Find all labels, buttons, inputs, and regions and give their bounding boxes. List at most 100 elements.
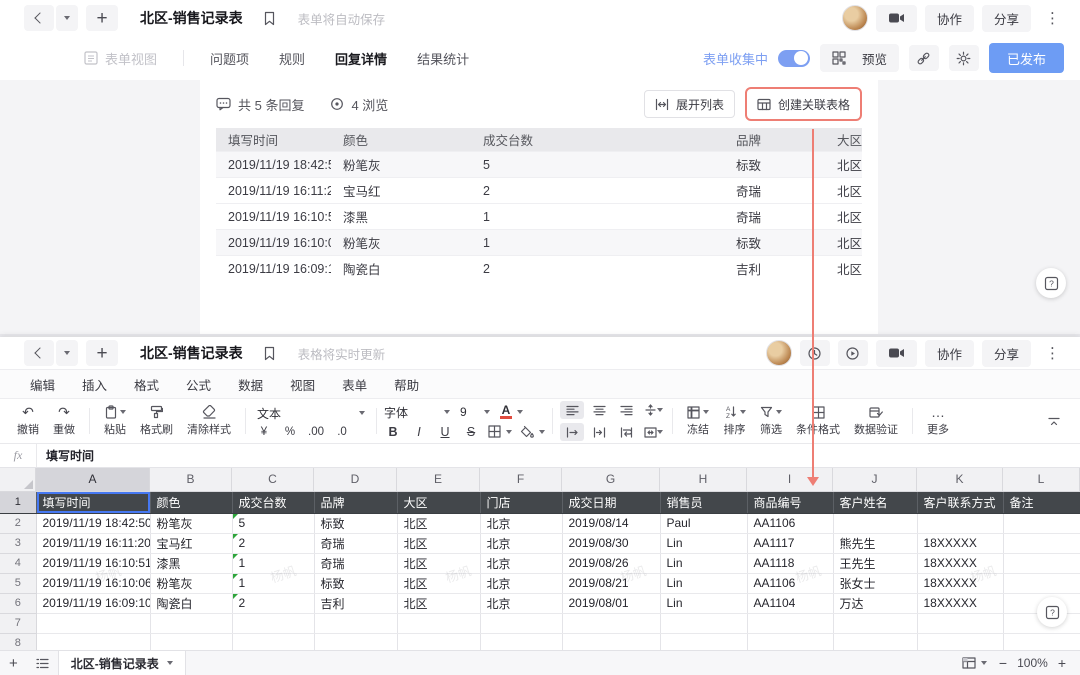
menu-data[interactable]: 数据 — [238, 375, 263, 394]
cell-B1[interactable]: 颜色 — [150, 492, 232, 513]
cell-D2[interactable]: 标致 — [314, 513, 397, 533]
cell-H5[interactable]: Lin — [660, 573, 747, 593]
row-number-8[interactable]: 8 — [0, 633, 36, 650]
cell-G5[interactable]: 2019/08/21 — [562, 573, 660, 593]
font-color-button[interactable]: A — [500, 405, 523, 419]
filter-button[interactable]: 筛选 — [753, 405, 789, 437]
increase-decimal-button[interactable]: .00 — [305, 426, 327, 438]
sheet-tab-active[interactable]: 北区-销售记录表 — [58, 651, 186, 675]
menu-form[interactable]: 表单 — [342, 375, 367, 394]
format-painter-button[interactable]: 格式刷 — [133, 405, 180, 437]
row-number-5[interactable]: 5 — [0, 573, 36, 593]
cell-C7[interactable] — [232, 613, 314, 633]
row-number-3[interactable]: 3 — [0, 533, 36, 553]
cell-E3[interactable]: 北区 — [397, 533, 480, 553]
back-button[interactable] — [24, 340, 54, 366]
cell-L3[interactable] — [1003, 533, 1080, 553]
column-header-A[interactable]: A — [36, 468, 150, 491]
cell-E6[interactable]: 北区 — [397, 593, 480, 613]
cell-E7[interactable] — [397, 613, 480, 633]
cell-C5[interactable]: 1 — [232, 573, 314, 593]
cell-J5[interactable]: 张女士 — [833, 573, 917, 593]
cell-G2[interactable]: 2019/08/14 — [562, 513, 660, 533]
cell-I6[interactable]: AA1104 — [747, 593, 833, 613]
cell-K2[interactable] — [917, 513, 1003, 533]
cell-K4[interactable]: 18XXXXX — [917, 553, 1003, 573]
strikethrough-button[interactable]: S — [462, 425, 480, 439]
borders-button[interactable] — [488, 425, 512, 438]
row-number-1[interactable]: 1 — [0, 492, 36, 513]
cell-G1[interactable]: 成交日期 — [562, 492, 660, 513]
column-header-F[interactable]: F — [480, 468, 562, 491]
cell-D8[interactable] — [314, 633, 397, 650]
avatar[interactable] — [842, 5, 868, 31]
cell-H8[interactable] — [660, 633, 747, 650]
column-header-I[interactable]: I — [747, 468, 833, 491]
cell-F8[interactable] — [480, 633, 562, 650]
tab-rules[interactable]: 规则 — [279, 49, 305, 68]
row-number-2[interactable]: 2 — [0, 513, 36, 533]
cell-E2[interactable]: 北区 — [397, 513, 480, 533]
create-linked-table-button[interactable]: 创建关联表格 — [749, 91, 858, 117]
cell-F2[interactable]: 北京 — [480, 513, 562, 533]
menu-edit[interactable]: 编辑 — [30, 375, 55, 394]
nav-dropdown-button[interactable] — [56, 5, 78, 31]
view-mode-button[interactable] — [962, 657, 987, 669]
tab-questions[interactable]: 问题项 — [210, 49, 249, 68]
bookmark-icon[interactable] — [263, 346, 276, 361]
decrease-decimal-button[interactable]: .0 — [331, 426, 353, 438]
video-call-button[interactable] — [876, 340, 917, 367]
column-header-J[interactable]: J — [833, 468, 917, 491]
italic-button[interactable]: I — [410, 425, 428, 439]
cell-A7[interactable] — [36, 613, 150, 633]
share-button[interactable]: 分享 — [982, 340, 1031, 367]
currency-format-button[interactable]: ¥ — [253, 426, 275, 438]
collaborate-button[interactable]: 协作 — [925, 5, 974, 32]
menu-insert[interactable]: 插入 — [82, 375, 107, 394]
text-overflow-button[interactable] — [560, 423, 584, 441]
cell-E5[interactable]: 北区 — [397, 573, 480, 593]
cell-A2[interactable]: 2019/11/19 18:42:50 — [36, 513, 150, 533]
cell-G8[interactable] — [562, 633, 660, 650]
formula-value[interactable]: 填写时间 — [37, 447, 94, 464]
cell-K3[interactable]: 18XXXXX — [917, 533, 1003, 553]
percent-format-button[interactable]: % — [279, 426, 301, 438]
copy-link-button[interactable] — [909, 45, 939, 71]
cell-I7[interactable] — [747, 613, 833, 633]
cell-C8[interactable] — [232, 633, 314, 650]
cell-D3[interactable]: 奇瑞 — [314, 533, 397, 553]
align-center-button[interactable] — [587, 401, 611, 419]
cell-L4[interactable] — [1003, 553, 1080, 573]
cell-I1[interactable]: 商品编号 — [747, 492, 833, 513]
cell-A6[interactable]: 2019/11/19 16:09:10 — [36, 593, 150, 613]
add-sheet-button[interactable]: + — [0, 656, 27, 671]
cell-D1[interactable]: 品牌 — [314, 492, 397, 513]
data-validation-button[interactable]: 数据验证 — [847, 405, 905, 437]
clear-style-button[interactable]: 清除样式 — [180, 405, 238, 437]
cell-J8[interactable] — [833, 633, 917, 650]
redo-button[interactable]: ↷重做 — [46, 405, 82, 437]
menu-help[interactable]: 帮助 — [394, 375, 419, 394]
cell-B7[interactable] — [150, 613, 232, 633]
cell-J6[interactable]: 万达 — [833, 593, 917, 613]
cell-D4[interactable]: 奇瑞 — [314, 553, 397, 573]
cell-K6[interactable]: 18XXXXX — [917, 593, 1003, 613]
cell-B4[interactable]: 漆黑 — [150, 553, 232, 573]
cell-B3[interactable]: 宝马红 — [150, 533, 232, 553]
column-header-L[interactable]: L — [1003, 468, 1080, 491]
nav-dropdown-button[interactable] — [56, 340, 78, 366]
merge-cells-button[interactable] — [641, 423, 665, 441]
help-button-form[interactable]: ? — [1036, 268, 1066, 298]
column-header-E[interactable]: E — [397, 468, 480, 491]
cell-F6[interactable]: 北京 — [480, 593, 562, 613]
bookmark-icon[interactable] — [263, 11, 276, 26]
cell-G7[interactable] — [562, 613, 660, 633]
cell-D6[interactable]: 吉利 — [314, 593, 397, 613]
cell-I5[interactable]: AA1106 — [747, 573, 833, 593]
number-format-dropdown[interactable]: 文本 — [253, 405, 369, 422]
paste-button[interactable]: 粘贴 — [97, 405, 133, 437]
cell-L1[interactable]: 备注 — [1003, 492, 1080, 513]
column-header-G[interactable]: G — [562, 468, 660, 491]
more-tools-button[interactable]: … 更多 — [920, 405, 956, 437]
cell-D5[interactable]: 标致 — [314, 573, 397, 593]
